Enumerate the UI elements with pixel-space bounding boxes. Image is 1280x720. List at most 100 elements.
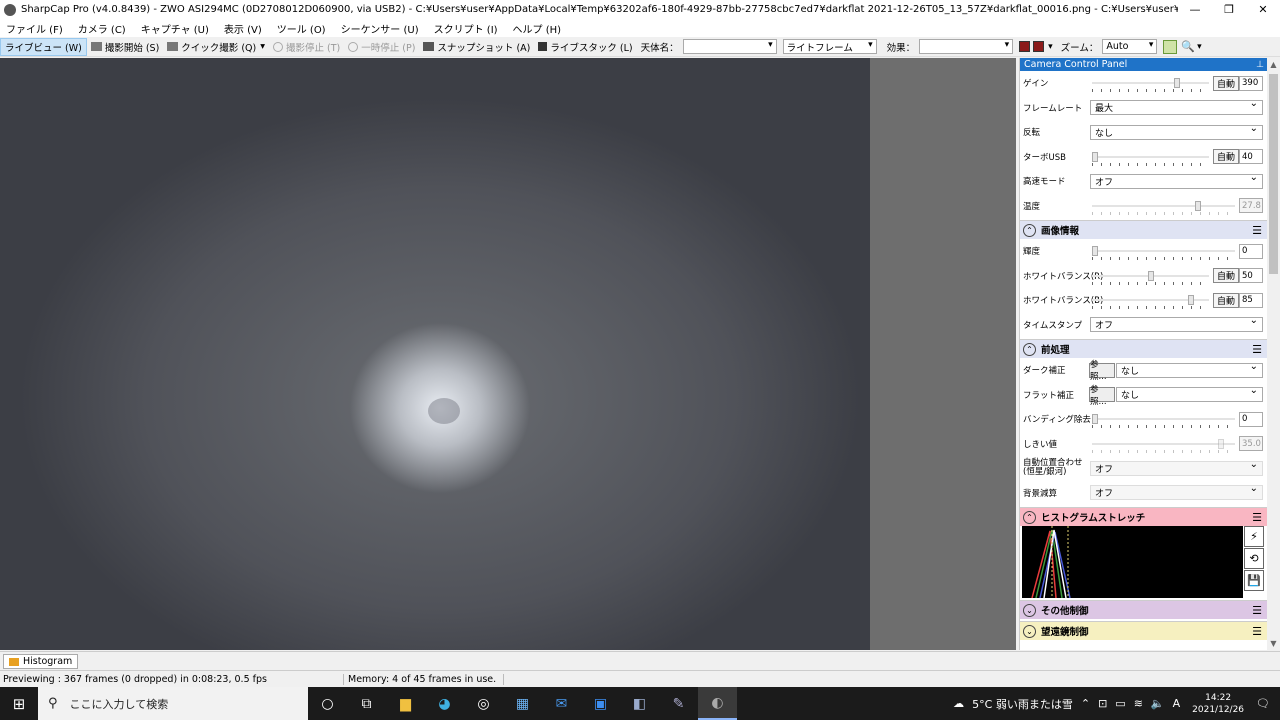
wb-red-value[interactable]: 50 [1239,268,1263,284]
brightness-value[interactable]: 0 [1239,243,1263,259]
turbo-usb-slider[interactable] [1092,151,1209,166]
chevron-down-icon[interactable]: ▾ [1197,42,1202,52]
timestamp-select[interactable]: オフ [1090,315,1263,333]
image-viewport[interactable] [0,58,1016,650]
gain-value[interactable]: 390 [1239,75,1263,91]
menu-scripting[interactable]: スクリプト (I) [434,21,498,36]
mail-icon[interactable]: ✉ [542,687,581,720]
frame-rate-select[interactable]: 最大 [1090,98,1263,116]
edge-icon[interactable]: ◕ [425,687,464,720]
reticle-icon[interactable] [1033,41,1045,52]
histogram-toggle-icon[interactable] [1163,39,1178,54]
high-speed-select[interactable]: オフ [1090,172,1263,189]
menu-view[interactable]: 表示 (V) [224,21,262,36]
cortana-icon[interactable]: ○ [308,687,347,720]
menu-sequencer[interactable]: シーケンサー (U) [341,21,419,36]
menu-camera[interactable]: カメラ (C) [78,21,126,36]
flat-select[interactable]: なし [1116,385,1263,403]
collapse-icon[interactable]: ⌃ [1023,223,1036,237]
zoom-select[interactable]: Auto [1102,39,1158,54]
expand-icon[interactable]: ⌄ [1023,603,1036,617]
hamburger-menu-icon[interactable]: ☰ [1252,511,1262,524]
chevron-down-icon[interactable]: ▾ [1048,42,1053,52]
dark-select[interactable]: なし [1116,361,1263,378]
file-explorer-icon[interactable]: ▆ [386,687,425,720]
save-icon[interactable]: 💾 [1244,570,1264,591]
wb-red-slider[interactable] [1092,270,1209,285]
flat-browse-button[interactable]: 参照... [1089,385,1115,407]
frame-type-select[interactable]: ライトフレーム [782,39,877,54]
wb-blue-slider[interactable] [1092,295,1209,309]
network-icon[interactable]: ⊡ [1098,697,1107,710]
ime-indicator[interactable]: A [1173,697,1181,710]
background-subtract-select[interactable]: オフ [1090,483,1263,501]
section-image-controls[interactable]: ⌃ 画像情報 ☰ [1020,220,1267,239]
section-other-controls[interactable]: ⌄ その他制御 ☰ [1020,600,1267,619]
expand-icon[interactable]: ⌄ [1023,624,1036,638]
weather-icon[interactable]: ☁ [953,697,964,710]
chevron-up-icon[interactable]: ⌃ [1081,697,1090,710]
wb-red-auto-button[interactable]: 自動 [1213,268,1239,284]
battery-icon[interactable]: ▭ [1115,697,1125,710]
start-capture-button[interactable]: 撮影開始 (S) [87,38,163,56]
snapshot-button[interactable]: スナップショット (A) [419,38,534,56]
pin-icon[interactable]: ⊥ [1256,60,1264,70]
clock[interactable]: 14:22 2021/12/26 [1192,692,1244,716]
turbo-usb-value[interactable]: 40 [1239,149,1263,165]
task-view-icon[interactable]: ⧉ [347,687,386,720]
flip-select[interactable]: なし [1090,123,1263,140]
store-icon[interactable]: ▦ [503,687,542,720]
histogram-plot[interactable] [1022,526,1243,598]
wb-blue-auto-button[interactable]: 自動 [1213,292,1239,308]
notification-icon[interactable]: 🗨 [1256,697,1270,710]
gain-slider[interactable] [1092,78,1209,92]
scrollbar-thumb[interactable] [1269,74,1278,274]
weather-text[interactable]: 5°C 弱い雨または雪 [972,696,1073,712]
menu-help[interactable]: ヘルプ (H) [513,21,562,36]
wb-blue-value[interactable]: 85 [1239,292,1263,308]
scroll-up-arrow[interactable]: ▲ [1267,58,1280,71]
camera-preview-image[interactable] [0,58,870,650]
app-icon[interactable]: ◎ [464,687,503,720]
hamburger-menu-icon[interactable]: ☰ [1252,343,1262,356]
banding-slider[interactable] [1092,414,1235,428]
scroll-down-arrow[interactable]: ▼ [1267,637,1280,650]
close-button[interactable]: ✕ [1246,0,1280,19]
hamburger-menu-icon[interactable]: ☰ [1252,224,1262,237]
auto-stretch-icon[interactable]: ⚡ [1244,526,1264,547]
paint-icon[interactable]: ✎ [659,687,698,720]
chevron-down-icon[interactable]: ▾ [260,41,265,52]
volume-icon[interactable]: 🔈 [1151,697,1165,710]
windows-start-icon[interactable]: ⊞ [0,695,38,713]
dark-browse-button[interactable]: 参照... [1089,360,1115,382]
live-stack-button[interactable]: ライブスタック (L) [534,38,636,56]
effect-select[interactable] [919,39,1014,54]
taskbar-search[interactable]: ⚲ ここに入力して検索 [38,687,308,720]
wifi-icon[interactable]: ≋ [1134,697,1143,710]
reset-icon[interactable]: ⟲ [1244,548,1264,569]
target-name-input[interactable] [682,39,777,54]
section-histogram-stretch[interactable]: ⌃ ヒストグラムストレッチ ☰ [1020,507,1267,526]
section-preprocessing[interactable]: ⌃ 前処理 ☰ [1020,339,1267,358]
brightness-slider[interactable] [1092,246,1235,260]
stop-capture-button[interactable]: 撮影停止 (T) [269,38,344,56]
zoom-tool-icon[interactable]: 🔍 [1181,40,1195,53]
pause-button[interactable]: 一時停止 (P) [344,38,419,56]
menu-file[interactable]: ファイル (F) [6,21,63,36]
maximize-button[interactable]: ❐ [1212,0,1246,19]
auto-align-select[interactable]: オフ [1090,459,1263,476]
menu-tools[interactable]: ツール (O) [277,21,326,36]
live-view-button[interactable]: ライブビュー (W) [0,37,87,56]
hamburger-menu-icon[interactable]: ☰ [1252,604,1262,617]
sharpcap-taskbar-icon[interactable]: ◐ [698,687,737,720]
collapse-icon[interactable]: ⌃ [1023,342,1036,356]
turbo-usb-auto-button[interactable]: 自動 [1213,149,1239,165]
minimize-button[interactable]: — [1178,0,1212,19]
menu-capture[interactable]: キャプチャ (U) [141,21,209,36]
panel-scrollbar[interactable]: ▲ ▼ [1267,58,1280,650]
notepad-icon[interactable]: ◧ [620,687,659,720]
zoom-app-icon[interactable]: ▣ [581,687,620,720]
gain-auto-button[interactable]: 自動 [1213,75,1239,91]
banding-value[interactable]: 0 [1239,411,1263,427]
hamburger-menu-icon[interactable]: ☰ [1252,625,1262,638]
